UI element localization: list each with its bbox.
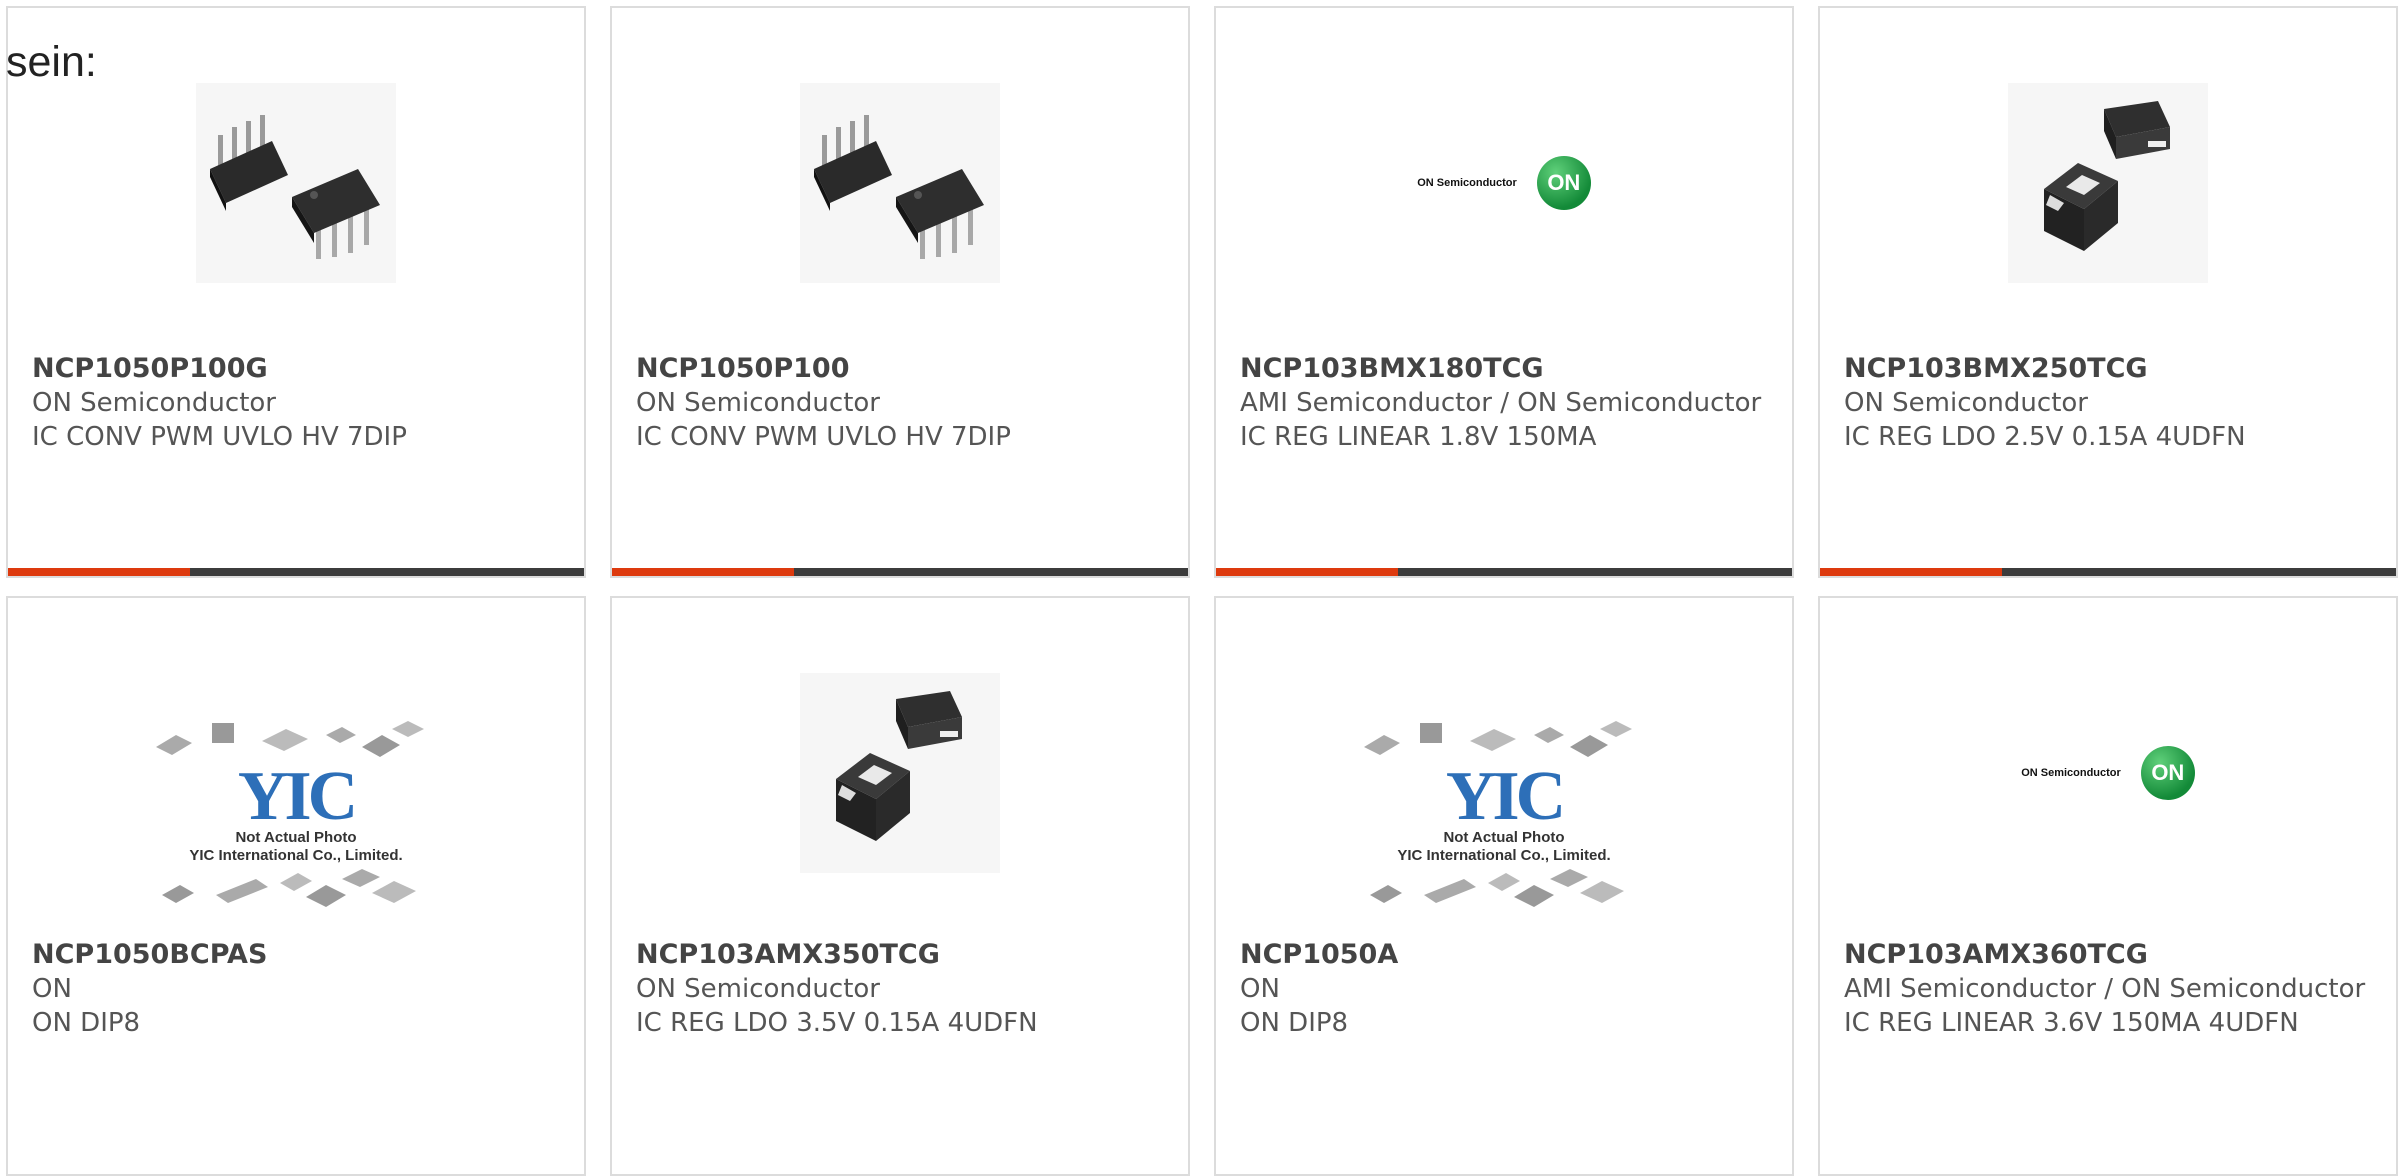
description: ON DIP8: [1240, 1008, 1349, 1038]
description: IC REG LINEAR 3.6V 150MA 4UDFN: [1844, 1008, 2299, 1038]
yic-company: YIC International Co., Limited.: [189, 847, 403, 864]
manufacturer: ON Semiconductor: [636, 974, 880, 1004]
part-number[interactable]: NCP1050P100: [636, 352, 1164, 386]
part-number[interactable]: NCP103BMX250TCG: [1844, 352, 2372, 386]
product-image[interactable]: ON Semiconductor ON: [1216, 78, 1792, 288]
card-bar: [612, 568, 1188, 576]
description: IC REG LINEAR 1.8V 150MA: [1240, 422, 1597, 452]
card-bar-accent: [1216, 568, 1398, 576]
description: IC REG LDO 2.5V 0.15A 4UDFN: [1844, 422, 2246, 452]
card-bar: [1216, 568, 1792, 576]
product-image[interactable]: [1820, 78, 2396, 288]
part-number[interactable]: NCP103AMX360TCG: [1844, 938, 2372, 972]
on-semiconductor-logo: ON Semiconductor ON: [2021, 746, 2195, 800]
product-info: NCP103AMX360TCG AMI Semiconductor / ON S…: [1844, 938, 2372, 1040]
part-number[interactable]: NCP1050BCPAS: [32, 938, 560, 972]
product-info: NCP103BMX250TCG ON Semiconductor IC REG …: [1844, 352, 2372, 454]
product-info: NCP103AMX350TCG ON Semiconductor IC REG …: [636, 938, 1164, 1040]
product-info: NCP1050P100 ON Semiconductor IC CONV PWM…: [636, 352, 1164, 454]
product-image[interactable]: YIC Not Actual Photo YIC International C…: [8, 688, 584, 948]
manufacturer: ON Semiconductor: [636, 388, 880, 418]
manufacturer: AMI Semiconductor / ON Semiconductor: [1844, 974, 2366, 1004]
card-bar: [8, 568, 584, 576]
chips-row-icon: [1370, 869, 1624, 907]
product-info: NCP1050BCPAS ON ON DIP8: [32, 938, 560, 1040]
product-card[interactable]: NCP1050P100G ON Semiconductor IC CONV PW…: [6, 6, 586, 578]
product-info: NCP1050P100G ON Semiconductor IC CONV PW…: [32, 352, 560, 454]
yic-logo: YIC: [1445, 758, 1566, 835]
chips-row-icon: [162, 869, 416, 907]
card-bar-accent: [1820, 568, 2002, 576]
dip7-package-icon: [196, 83, 396, 283]
description: IC CONV PWM UVLO HV 7DIP: [636, 422, 1011, 452]
product-image[interactable]: [612, 78, 1188, 288]
manufacturer: ON Semiconductor: [1844, 388, 2088, 418]
product-info: NCP103BMX180TCG AMI Semiconductor / ON S…: [1240, 352, 1768, 454]
on-circle-icon: ON: [2140, 746, 2195, 800]
on-logo-text: ON Semiconductor: [1417, 177, 1517, 189]
part-number[interactable]: NCP1050A: [1240, 938, 1768, 972]
product-card[interactable]: ON Semiconductor ON NCP103BMX180TCG AMI …: [1214, 6, 1794, 578]
product-card[interactable]: ON Semiconductor ON NCP103AMX360TCG AMI …: [1818, 596, 2398, 1176]
yic-placeholder: YIC Not Actual Photo YIC International C…: [146, 717, 446, 919]
product-image[interactable]: [612, 668, 1188, 878]
product-card[interactable]: YIC Not Actual Photo YIC International C…: [6, 596, 586, 1176]
yic-company: YIC International Co., Limited.: [1397, 847, 1611, 864]
product-card[interactable]: NCP103BMX250TCG ON Semiconductor IC REG …: [1818, 6, 2398, 578]
card-bar: [1820, 568, 2396, 576]
part-number[interactable]: NCP103AMX350TCG: [636, 938, 1164, 972]
part-number[interactable]: NCP1050P100G: [32, 352, 560, 386]
yic-placeholder: YIC Not Actual Photo YIC International C…: [1354, 717, 1654, 919]
udfn-package-icon: [2008, 83, 2208, 283]
chips-row-icon: [1364, 721, 1632, 757]
intro-text: sein:: [6, 38, 97, 86]
product-image[interactable]: ON Semiconductor ON: [1820, 668, 2396, 878]
manufacturer: ON: [32, 974, 72, 1004]
on-circle-icon: ON: [1536, 156, 1591, 210]
product-card[interactable]: YIC Not Actual Photo YIC International C…: [1214, 596, 1794, 1176]
manufacturer: ON: [1240, 974, 1280, 1004]
card-bar-accent: [8, 568, 190, 576]
on-semiconductor-logo: ON Semiconductor ON: [1417, 156, 1591, 210]
description: IC CONV PWM UVLO HV 7DIP: [32, 422, 407, 452]
yic-note: Not Actual Photo: [1443, 829, 1565, 846]
dip7-package-icon: [800, 83, 1000, 283]
product-image[interactable]: [8, 78, 584, 288]
manufacturer: ON Semiconductor: [32, 388, 276, 418]
part-number[interactable]: NCP103BMX180TCG: [1240, 352, 1768, 386]
udfn-package-icon: [800, 673, 1000, 873]
yic-note: Not Actual Photo: [235, 829, 357, 846]
product-card[interactable]: NCP103AMX350TCG ON Semiconductor IC REG …: [610, 596, 1190, 1176]
description: ON DIP8: [32, 1008, 141, 1038]
manufacturer: AMI Semiconductor / ON Semiconductor: [1240, 388, 1762, 418]
product-image[interactable]: YIC Not Actual Photo YIC International C…: [1216, 688, 1792, 948]
product-card[interactable]: NCP1050P100 ON Semiconductor IC CONV PWM…: [610, 6, 1190, 578]
chips-row-icon: [156, 721, 424, 757]
card-bar-accent: [612, 568, 794, 576]
yic-logo: YIC: [237, 758, 358, 835]
product-info: NCP1050A ON ON DIP8: [1240, 938, 1768, 1040]
description: IC REG LDO 3.5V 0.15A 4UDFN: [636, 1008, 1038, 1038]
on-logo-text: ON Semiconductor: [2021, 767, 2121, 779]
